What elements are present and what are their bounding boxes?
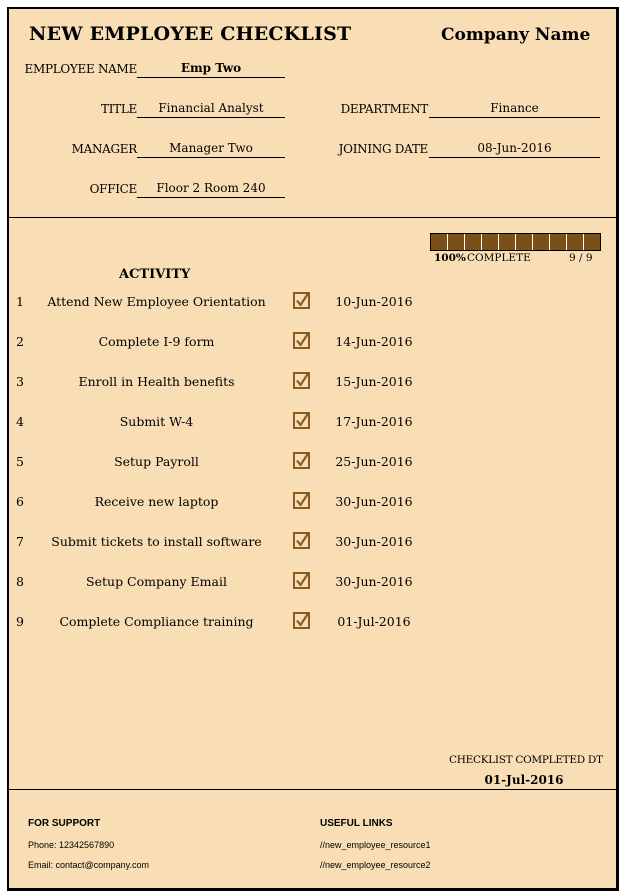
activity-number: 9: [16, 614, 24, 629]
progress-segment: [448, 234, 465, 250]
useful-link-1[interactable]: //new_employee_resource1: [320, 840, 431, 850]
activity-date: 17-Jun-2016: [335, 414, 413, 429]
progress-segment: [482, 234, 499, 250]
activity-row: 7 Submit tickets to install software 30-Ju…: [9, 532, 429, 552]
checkbox-checked-icon[interactable]: [293, 292, 310, 309]
progress-segment: [567, 234, 584, 250]
joining-date-label: JOINING DATE: [338, 142, 429, 156]
activity-row: 4 Submit W-4 17-Jun-2016: [9, 412, 429, 432]
section-divider: [9, 217, 616, 218]
activity-row: 6 Receive new laptop 30-Jun-2016: [9, 492, 429, 512]
activity-number: 4: [16, 414, 24, 429]
progress-segment: [533, 234, 550, 250]
activity-date: 30-Jun-2016: [335, 534, 413, 549]
activity-number: 2: [16, 334, 24, 349]
activity-row: 3 Enroll in Health benefits 15-Jun-2016: [9, 372, 429, 392]
employee-name-field[interactable]: Emp Two: [137, 60, 285, 78]
activity-date: 30-Jun-2016: [335, 574, 413, 589]
activity-row: 1 Attend New Employee Orientation 10-Jun-2…: [9, 292, 429, 312]
activity-label: Setup Payroll: [114, 454, 199, 469]
activity-row: 8 Setup Company Email 30-Jun-2016: [9, 572, 429, 592]
footer-divider: [9, 789, 616, 790]
progress-segment: [516, 234, 533, 250]
activity-number: 5: [16, 454, 24, 469]
company-name: Company Name: [441, 25, 591, 45]
checkbox-checked-icon[interactable]: [293, 572, 310, 589]
progress-label: COMPLETE: [467, 252, 531, 264]
department-field[interactable]: Finance: [429, 100, 600, 118]
activity-label: Complete Compliance training: [59, 614, 254, 629]
title-field[interactable]: Financial Analyst: [137, 100, 285, 118]
office-label: OFFICE: [89, 182, 138, 196]
activity-date: 01-Jul-2016: [337, 614, 411, 629]
progress-count: 9 / 9: [569, 252, 593, 264]
checkbox-checked-icon[interactable]: [293, 372, 310, 389]
activity-label: Setup Company Email: [86, 574, 227, 589]
progress-percent: 100%: [434, 252, 466, 264]
activity-date: 25-Jun-2016: [335, 454, 413, 469]
activity-label: Submit W-4: [119, 414, 194, 429]
manager-field[interactable]: Manager Two: [137, 140, 285, 158]
activity-number: 7: [16, 534, 24, 549]
department-label: DEPARTMENT: [340, 102, 429, 116]
employee-name-label: EMPLOYEE NAME: [24, 62, 138, 76]
checkbox-checked-icon[interactable]: [293, 332, 310, 349]
activity-number: 3: [16, 374, 24, 389]
activity-label: Receive new laptop: [94, 494, 219, 509]
activity-number: 1: [16, 294, 24, 309]
activity-row: 9 Complete Compliance training 01-Jul-2016: [9, 612, 429, 632]
useful-link-2[interactable]: //new_employee_resource2: [320, 860, 431, 870]
checkbox-checked-icon[interactable]: [293, 412, 310, 429]
activity-label: Attend New Employee Orientation: [47, 294, 266, 309]
checkbox-checked-icon[interactable]: [293, 452, 310, 469]
progress-segment: [550, 234, 567, 250]
checkbox-checked-icon[interactable]: [293, 532, 310, 549]
useful-links-heading: USEFUL LINKS: [320, 818, 393, 829]
office-field[interactable]: Floor 2 Room 240: [137, 180, 285, 198]
progress-segment: [499, 234, 516, 250]
checkbox-checked-icon[interactable]: [293, 612, 310, 629]
checklist-sheet: NEW EMPLOYEE CHECKLIST Company Name EMPL…: [7, 7, 619, 891]
checklist-completed-date: 01-Jul-2016: [484, 773, 564, 787]
progress-segment: [465, 234, 482, 250]
activity-number: 6: [16, 494, 24, 509]
activity-heading: ACTIVITY: [119, 267, 191, 282]
manager-label: MANAGER: [71, 142, 138, 156]
page-title: NEW EMPLOYEE CHECKLIST: [29, 23, 352, 45]
activity-row: 5 Setup Payroll 25-Jun-2016: [9, 452, 429, 472]
joining-date-field[interactable]: 08-Jun-2016: [429, 140, 600, 158]
title-label: TITLE: [101, 102, 137, 116]
support-email[interactable]: Email: contact@company.com: [28, 860, 149, 870]
activity-number: 8: [16, 574, 24, 589]
progress-segment: [431, 234, 448, 250]
support-heading: FOR SUPPORT: [28, 818, 101, 829]
activity-date: 15-Jun-2016: [335, 374, 413, 389]
checkbox-checked-icon[interactable]: [293, 492, 310, 509]
activity-row: 2 Complete I-9 form 14-Jun-2016: [9, 332, 429, 352]
activity-label: Submit tickets to install software: [51, 534, 262, 549]
activity-date: 14-Jun-2016: [335, 334, 413, 349]
activity-date: 30-Jun-2016: [335, 494, 413, 509]
progress-segment: [584, 234, 600, 250]
progress-bar: [430, 233, 601, 251]
activity-label: Complete I-9 form: [98, 334, 215, 349]
support-phone: Phone: 12342567890: [28, 840, 115, 850]
activity-date: 10-Jun-2016: [335, 294, 413, 309]
checklist-completed-label: CHECKLIST COMPLETED DT: [449, 754, 603, 766]
activity-label: Enroll in Health benefits: [78, 374, 235, 389]
